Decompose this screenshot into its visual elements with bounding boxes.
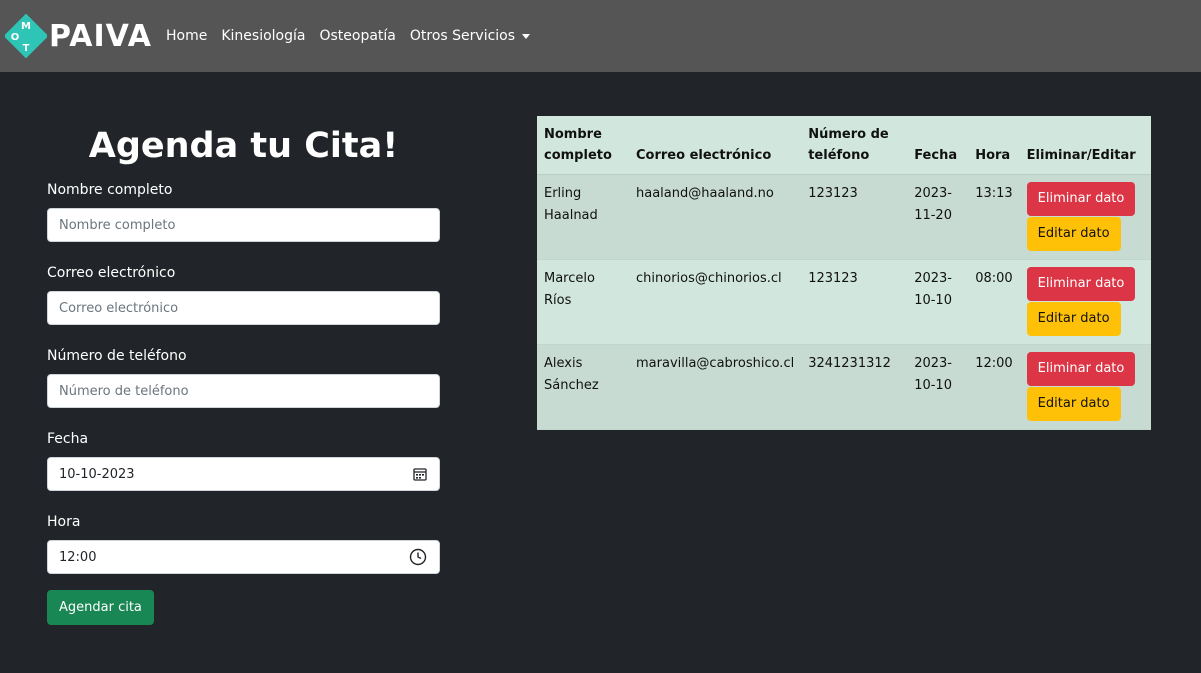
editar-dato-button[interactable]: Editar dato <box>1026 217 1121 251</box>
appointment-form: Agenda tu Cita! Nombre completo Correo e… <box>47 115 440 625</box>
hora-input[interactable] <box>59 549 428 565</box>
nav-link-kinesiologia[interactable]: Kinesiología <box>221 28 305 44</box>
agendar-cita-button[interactable]: Agendar cita <box>47 590 154 625</box>
telefono-input[interactable] <box>59 383 428 399</box>
svg-text:T: T <box>23 43 30 54</box>
svg-text:M: M <box>21 21 31 32</box>
cell-fecha: 2023-11-20 <box>907 174 969 260</box>
cell-hora: 13:13 <box>968 174 1020 260</box>
eliminar-dato-button[interactable]: Eliminar dato <box>1026 352 1136 386</box>
nav-links: Home Kinesiología Osteopatía Otros Servi… <box>166 28 544 44</box>
label-fecha: Fecha <box>47 431 89 447</box>
cell-nombre: Erling Haalnad <box>537 174 629 260</box>
cell-acciones: Eliminar dato Editar dato <box>1019 174 1151 260</box>
form-title: Agenda tu Cita! <box>88 126 399 166</box>
editar-dato-button[interactable]: Editar dato <box>1026 387 1121 421</box>
cell-telefono: 3241231312 <box>801 344 908 430</box>
nav-link-osteopatia[interactable]: Osteopatía <box>319 28 395 44</box>
svg-text:O: O <box>11 32 20 43</box>
cell-nombre: Marcelo Ríos <box>537 259 629 345</box>
eliminar-dato-button[interactable]: Eliminar dato <box>1026 182 1136 216</box>
header-hora: Hora <box>968 116 1020 175</box>
header-fecha: Fecha <box>907 116 969 175</box>
cell-acciones: Eliminar dato Editar dato <box>1019 344 1151 430</box>
correo-input-box <box>47 291 440 325</box>
editar-dato-button[interactable]: Editar dato <box>1026 302 1121 336</box>
correo-input[interactable] <box>59 300 428 316</box>
nav-dropdown-otros-servicios[interactable]: Otros Servicios <box>409 28 531 44</box>
nombre-input[interactable] <box>59 217 428 233</box>
nombre-input-box <box>47 208 440 242</box>
clock-icon[interactable] <box>409 548 427 570</box>
telefono-input-box <box>47 374 440 408</box>
omt-logo-icon: O M T <box>5 13 47 59</box>
cell-telefono: 123123 <box>801 259 908 345</box>
fecha-input-box <box>47 457 440 491</box>
nav-dropdown-label: Otros Servicios <box>409 28 516 44</box>
cell-hora: 08:00 <box>968 259 1020 345</box>
header-correo: Correo electrónico <box>629 116 802 175</box>
appointments-table-container: Nombre completo Correo electrónico Númer… <box>537 116 1151 430</box>
label-nombre: Nombre completo <box>47 182 173 198</box>
cell-hora: 12:00 <box>968 344 1020 430</box>
cell-correo: maravilla@cabroshico.cl <box>629 344 802 430</box>
label-telefono: Número de teléfono <box>47 348 187 364</box>
table-row: Erling Haalnad haaland@haaland.no 123123… <box>537 174 1151 260</box>
cell-correo: haaland@haaland.no <box>629 174 802 260</box>
hora-input-box <box>47 540 440 574</box>
appointments-table: Nombre completo Correo electrónico Númer… <box>537 116 1151 430</box>
brand-logo[interactable]: O M T PAIVA <box>5 11 152 61</box>
cell-fecha: 2023-10-10 <box>907 344 969 430</box>
label-correo: Correo electrónico <box>47 265 176 281</box>
fecha-input[interactable] <box>59 466 428 482</box>
eliminar-dato-button[interactable]: Eliminar dato <box>1026 267 1136 301</box>
header-telefono: Número de teléfono <box>801 116 908 175</box>
brand-name: PAIVA <box>49 18 153 54</box>
cell-correo: chinorios@chinorios.cl <box>629 259 802 345</box>
calendar-icon[interactable] <box>413 466 427 485</box>
caret-down-icon <box>522 33 531 39</box>
header-acciones: Eliminar/Editar <box>1019 116 1151 175</box>
cell-nombre: Alexis Sánchez <box>537 344 629 430</box>
label-hora: Hora <box>47 514 81 530</box>
cell-telefono: 123123 <box>801 174 908 260</box>
table-row: Marcelo Ríos chinorios@chinorios.cl 1231… <box>537 259 1151 345</box>
nav-link-home[interactable]: Home <box>166 28 207 44</box>
header-nombre: Nombre completo <box>537 116 629 175</box>
navbar: O M T PAIVA Home Kinesiología Osteopatía… <box>0 0 1201 72</box>
table-header-row: Nombre completo Correo electrónico Númer… <box>537 116 1151 175</box>
cell-acciones: Eliminar dato Editar dato <box>1019 259 1151 345</box>
table-row: Alexis Sánchez maravilla@cabroshico.cl 3… <box>537 344 1151 430</box>
cell-fecha: 2023-10-10 <box>907 259 969 345</box>
